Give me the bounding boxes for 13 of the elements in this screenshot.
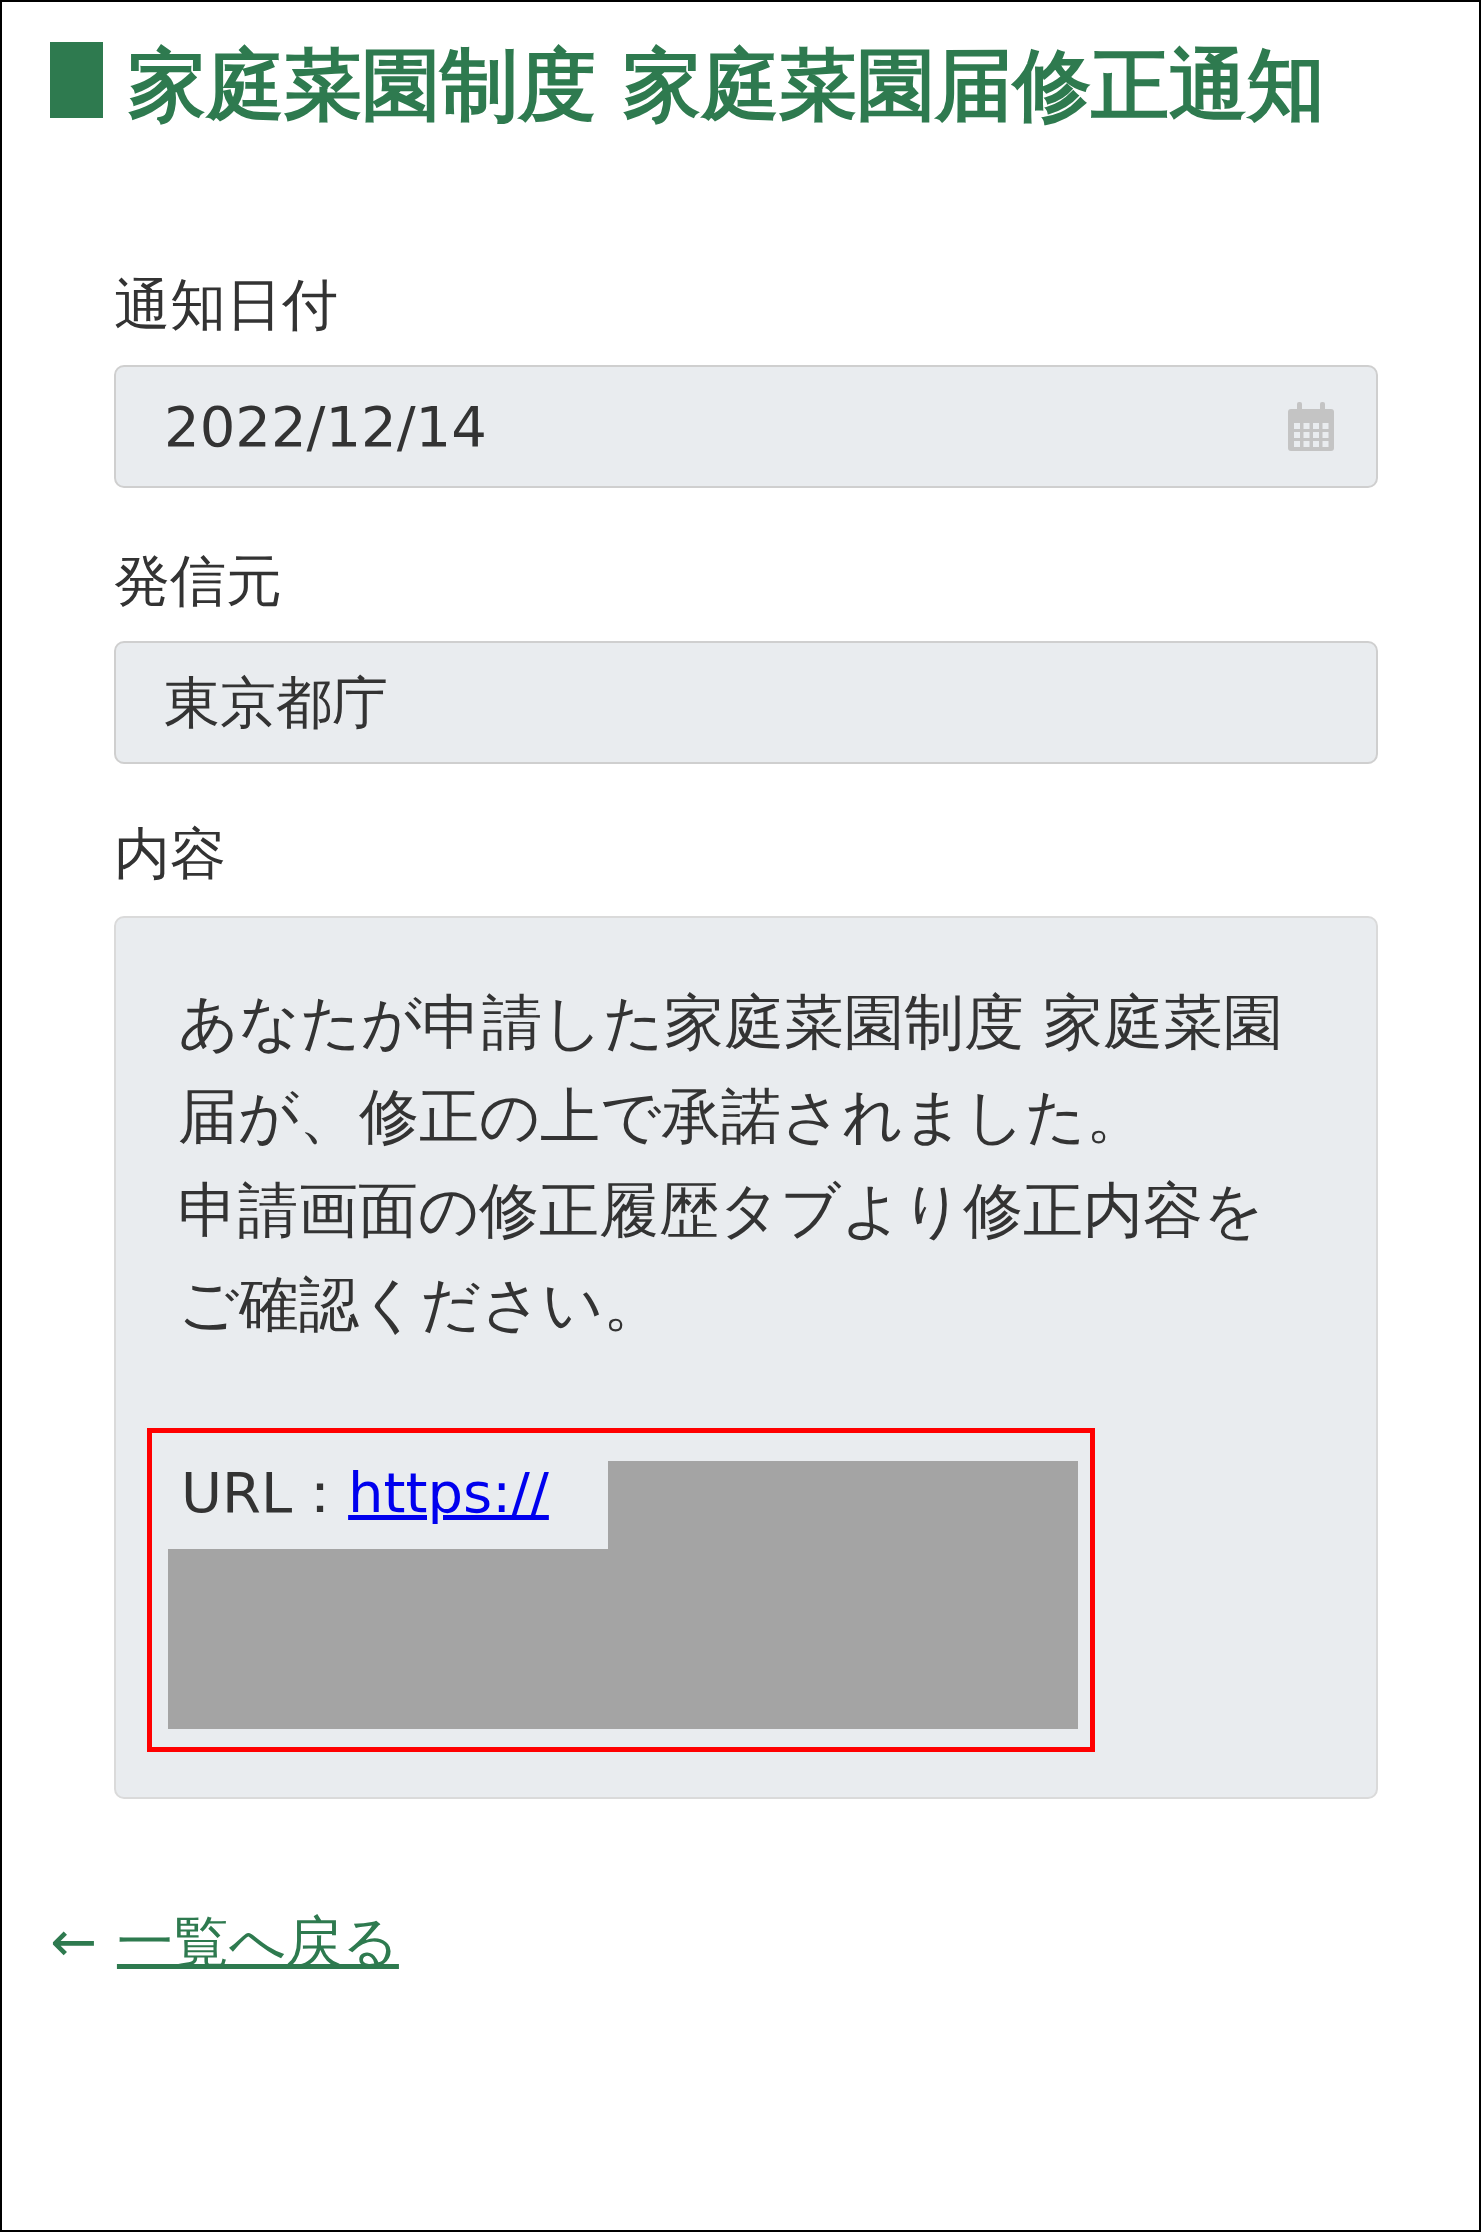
date-field[interactable]: 2022/12/14	[114, 365, 1378, 488]
message-text: 申請画面の修正履歴タブより修正内容をご確認ください。	[178, 1174, 1265, 1341]
back-link[interactable]: 一覧へ戻る	[116, 1907, 399, 1977]
page-title: 家庭菜園制度 家庭菜園届修正通知	[128, 39, 1327, 132]
text-field[interactable]: 東京都庁	[114, 641, 1378, 764]
arrow-icon: ←	[50, 1907, 97, 1977]
calendar-icon	[1286, 400, 1336, 453]
field-label: 内容	[114, 820, 227, 888]
url-link[interactable]: https://	[348, 1458, 549, 1528]
field-label: 発信元	[114, 547, 283, 615]
field-label: 通知日付	[114, 271, 339, 339]
message-text: あなたが申請した家庭菜園制度 家庭菜園届が、修正の上で承諾されました。	[178, 986, 1285, 1153]
url-label: URL：	[181, 1459, 349, 1527]
